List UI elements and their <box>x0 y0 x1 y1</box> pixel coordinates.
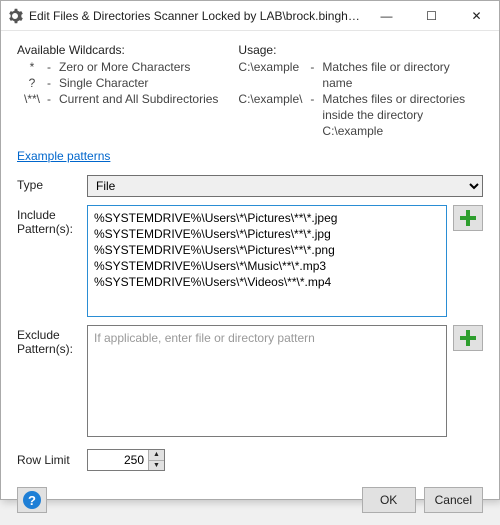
ok-button[interactable]: OK <box>362 487 416 513</box>
cancel-button[interactable]: Cancel <box>424 487 483 513</box>
rowlimit-input[interactable] <box>88 450 148 470</box>
window-title: Edit Files & Directories Scanner Locked … <box>29 9 364 23</box>
usage-row: C:\example - Matches file or directory n… <box>238 59 482 91</box>
close-button[interactable]: ✕ <box>454 1 499 31</box>
plus-icon <box>460 330 476 346</box>
exclude-patterns-input[interactable] <box>87 325 447 437</box>
gear-icon <box>7 8 23 24</box>
plus-icon <box>460 210 476 226</box>
wildcard-row: ? - Single Character <box>17 75 218 91</box>
wildcard-row: \**\ - Current and All Subdirectories <box>17 91 218 107</box>
include-label: Include Pattern(s): <box>17 205 77 236</box>
usage-row: C:\example\ - Matches files or directori… <box>238 91 482 139</box>
help-icon: ? <box>23 491 41 509</box>
dialog-footer: ? OK Cancel <box>17 479 483 513</box>
example-patterns-link[interactable]: Example patterns <box>17 149 483 163</box>
rowlimit-label: Row Limit <box>17 453 77 467</box>
include-row: Include Pattern(s): <box>17 205 483 317</box>
usage-heading: Usage: <box>238 43 482 57</box>
help-button[interactable]: ? <box>17 487 47 513</box>
rowlimit-up[interactable]: ▲ <box>149 450 164 460</box>
exclude-row: Exclude Pattern(s): <box>17 325 483 437</box>
type-row: Type File <box>17 175 483 197</box>
wildcards-heading: Available Wildcards: <box>17 43 218 57</box>
add-exclude-button[interactable] <box>453 325 483 351</box>
exclude-label: Exclude Pattern(s): <box>17 325 77 356</box>
rowlimit-row: Row Limit ▲ ▼ <box>17 449 483 471</box>
type-select[interactable]: File <box>87 175 483 197</box>
minimize-button[interactable]: — <box>364 1 409 31</box>
include-patterns-input[interactable] <box>87 205 447 317</box>
add-include-button[interactable] <box>453 205 483 231</box>
rowlimit-spinner[interactable]: ▲ ▼ <box>87 449 165 471</box>
titlebar: Edit Files & Directories Scanner Locked … <box>1 1 499 31</box>
rowlimit-down[interactable]: ▼ <box>149 460 164 471</box>
dialog-content: Available Wildcards: * - Zero or More Ch… <box>1 31 499 525</box>
dialog-window: Edit Files & Directories Scanner Locked … <box>0 0 500 500</box>
maximize-button[interactable]: ☐ <box>409 1 454 31</box>
help-section: Available Wildcards: * - Zero or More Ch… <box>17 43 483 139</box>
usage-help: Usage: C:\example - Matches file or dire… <box>238 43 482 139</box>
wildcard-row: * - Zero or More Characters <box>17 59 218 75</box>
wildcards-help: Available Wildcards: * - Zero or More Ch… <box>17 43 218 139</box>
type-label: Type <box>17 175 77 192</box>
